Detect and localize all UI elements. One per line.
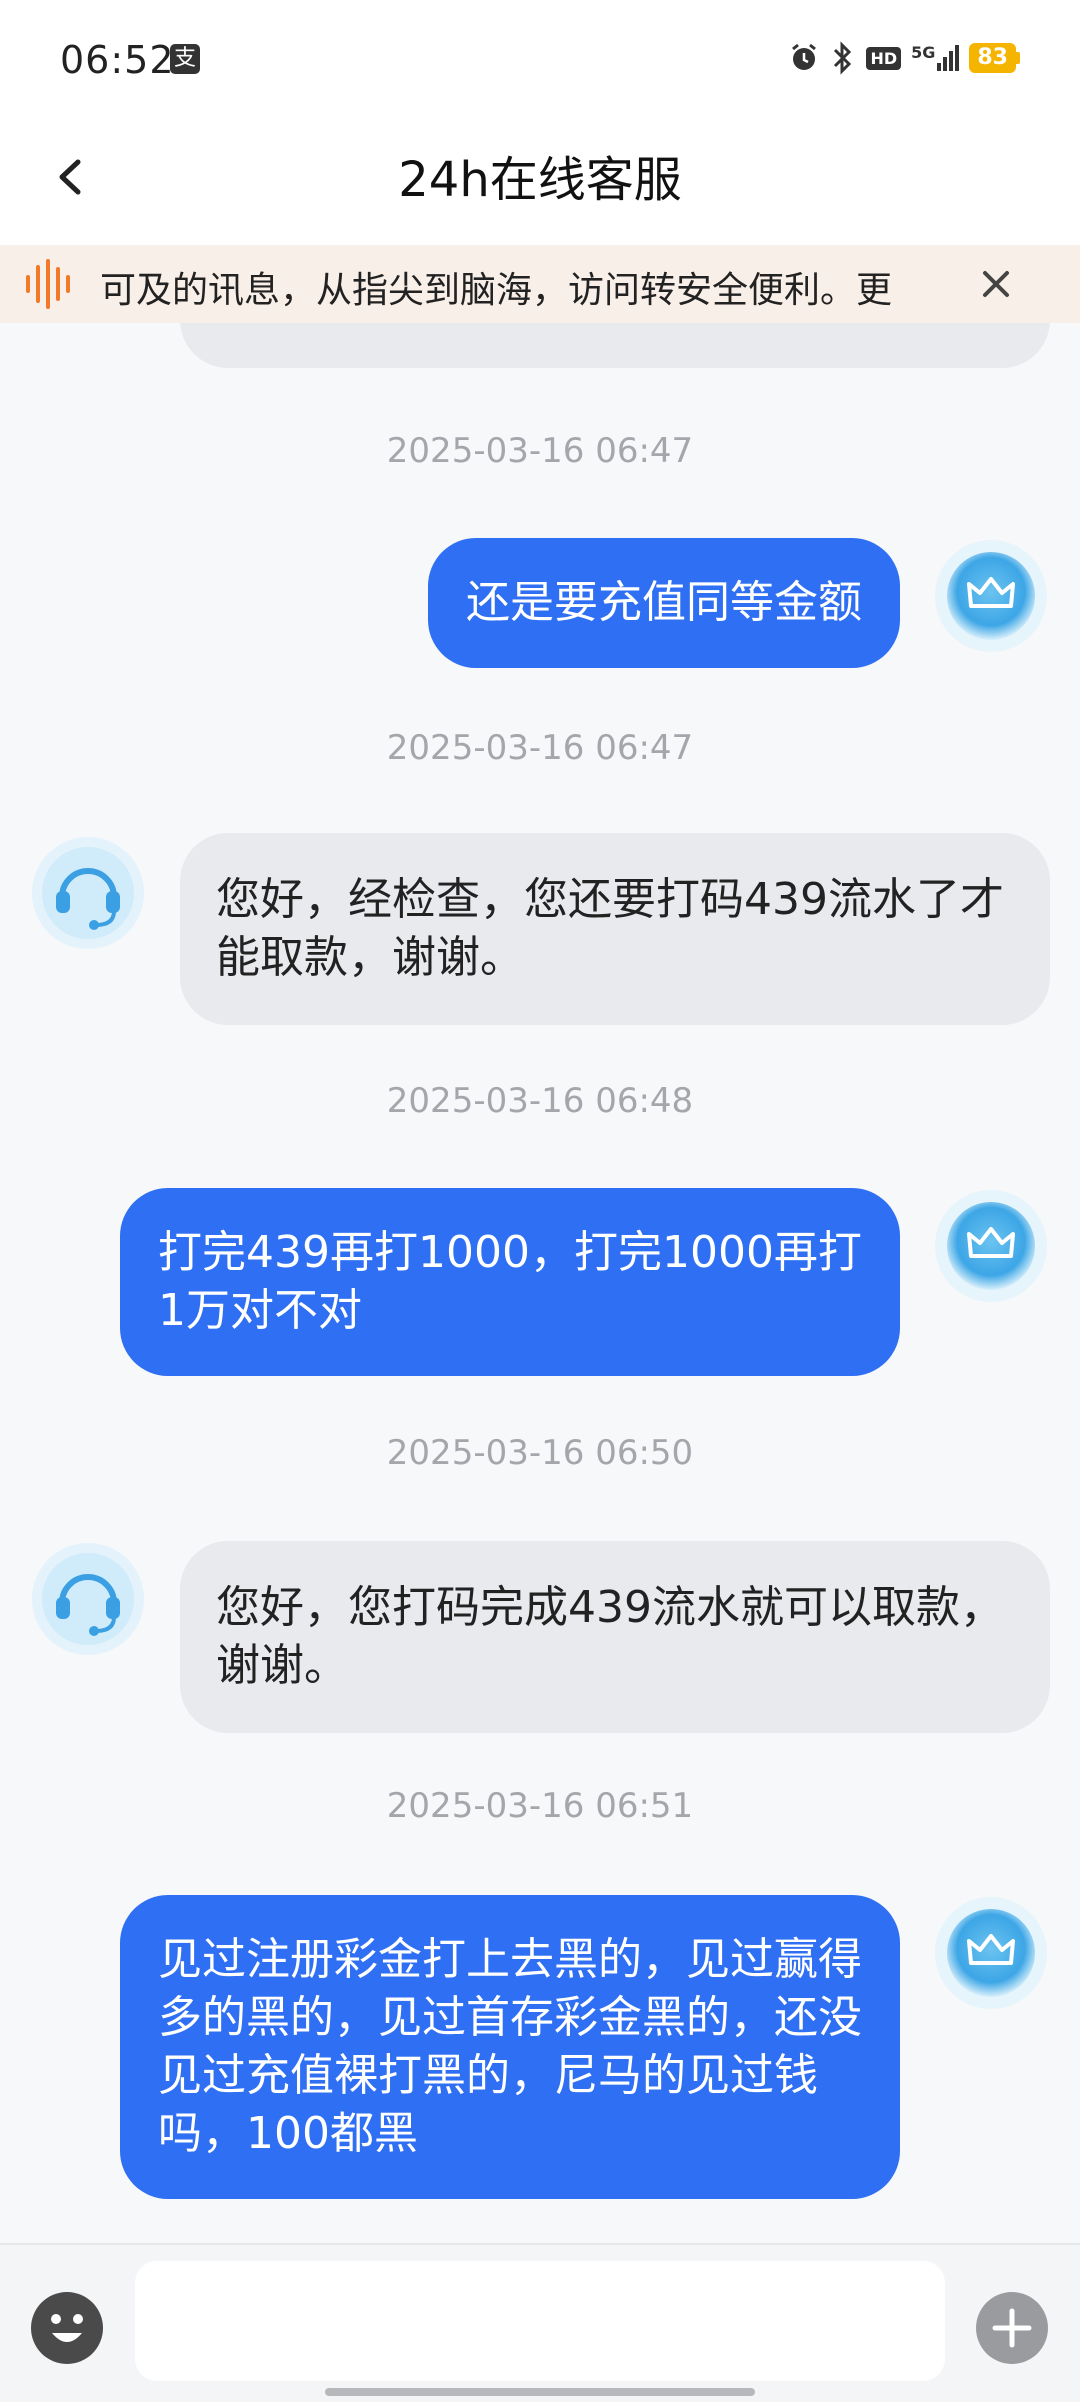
sound-wave-icon	[26, 259, 70, 309]
message-timestamp: 2025-03-16 06:47	[386, 431, 694, 471]
home-indicator[interactable]	[325, 2388, 755, 2396]
status-icons: HD 5G 83	[788, 40, 1020, 76]
message-input[interactable]	[135, 2261, 945, 2381]
user-avatar-crown-icon[interactable]	[933, 538, 1049, 654]
close-icon[interactable]	[975, 263, 1017, 305]
message-user: 打完439再打1000，打完1000再打1万对不对	[120, 1188, 900, 1376]
notice-text: 可及的讯息，从指尖到脑海，访问转安全便利。更	[100, 270, 893, 311]
message-timestamp: 2025-03-16 06:48	[386, 1081, 694, 1121]
battery-icon: 83	[969, 43, 1020, 73]
battery-level: 83	[969, 43, 1016, 73]
plus-icon[interactable]	[975, 2291, 1049, 2365]
chat-messages[interactable]: 2025-03-16 06:47 还是要充值同等金额 2025-03-16 06…	[0, 323, 1080, 2243]
app-notification-icon: 支	[170, 44, 200, 74]
message-agent: 您好，您打码完成439流水就可以取款，谢谢。	[180, 1541, 1050, 1733]
status-time: 06:52	[60, 38, 175, 82]
input-bar	[0, 2243, 1080, 2402]
header: 24h在线客服	[0, 110, 1080, 245]
message-agent: 您好，经检查，您还要打码439流水了才能取款，谢谢。	[180, 833, 1050, 1025]
notice-banner[interactable]: 可及的讯息，从指尖到脑海，访问转安全便利。更	[0, 245, 1080, 323]
user-avatar-crown-icon[interactable]	[933, 1895, 1049, 2011]
user-avatar-crown-icon[interactable]	[933, 1188, 1049, 1304]
emoji-icon[interactable]	[30, 2291, 104, 2365]
agent-avatar-headset-icon[interactable]	[30, 1541, 146, 1657]
bluetooth-icon	[834, 41, 852, 75]
page-title: 24h在线客服	[398, 152, 682, 208]
agent-avatar-headset-icon[interactable]	[30, 835, 146, 951]
hd-icon: HD	[866, 46, 902, 70]
message-timestamp: 2025-03-16 06:51	[386, 1786, 694, 1826]
status-bar: 06:52 支 HD 5G 83	[0, 0, 1080, 110]
message-agent-partial	[180, 323, 1050, 368]
alarm-icon	[792, 43, 817, 70]
message-timestamp: 2025-03-16 06:47	[386, 728, 694, 768]
message-timestamp: 2025-03-16 06:50	[386, 1433, 694, 1473]
message-user: 见过注册彩金打上去黑的，见过赢得多的黑的，见过首存彩金黑的，还没见过充值裸打黑的…	[120, 1895, 900, 2199]
message-user: 还是要充值同等金额	[428, 538, 900, 668]
network-icon: 5G	[911, 45, 960, 71]
